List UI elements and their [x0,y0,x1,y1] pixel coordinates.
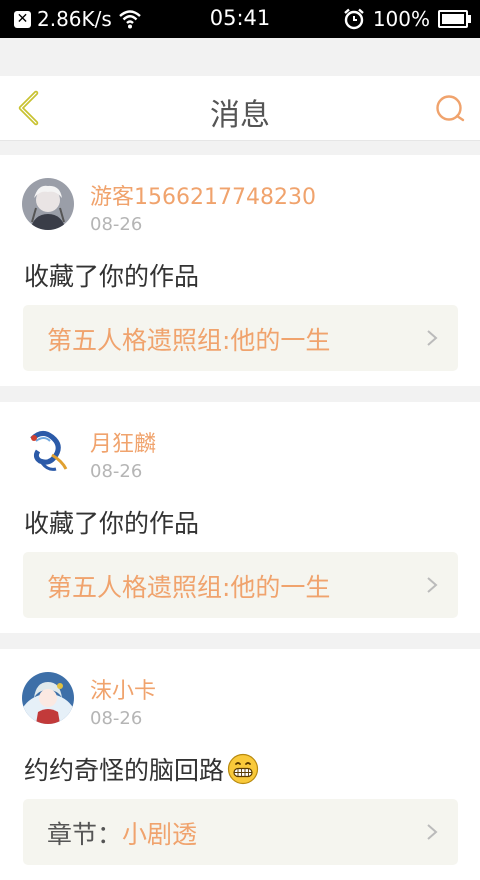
message-text-label: 收藏了你的作品 [24,509,200,538]
chevron-right-icon [427,330,438,346]
alarm-icon [344,8,364,30]
work-link[interactable]: 第五人格遗照组:他的一生 [23,305,458,371]
work-link-label: 第五人格遗照组:他的一生 [47,568,330,604]
page-title: 消息 [210,98,270,133]
message-text-label: 收藏了你的作品 [24,262,200,291]
message-date: 08-26 [90,461,143,482]
avatar[interactable] [22,672,74,724]
message-text: 收藏了你的作品 [24,257,199,293]
avatar[interactable] [22,178,74,230]
battery-percent: 100% [372,7,430,31]
status-bar: ✕ 2.86K/s 05:41 100% [0,0,480,38]
battery-icon [438,10,471,28]
top-nav-bar: 消息 [0,76,480,141]
chapter-link-prefix: 章节： [47,820,123,849]
message-card: 游客1566217748230 08-26 收藏了你的作品 第五人格遗照组:他的… [0,155,480,386]
message-date: 08-26 [90,708,143,729]
grin-emoji-icon [227,753,259,785]
username[interactable]: 月狂麟 [90,426,156,458]
chevron-right-icon [427,824,438,840]
work-link-text: 第五人格遗照组:他的一生 [47,573,331,602]
battery-fill [442,14,464,24]
avatar[interactable] [22,425,74,477]
work-link[interactable]: 第五人格遗照组:他的一生 [23,552,458,618]
work-link-label: 第五人格遗照组:他的一生 [47,321,330,357]
chapter-link[interactable]: 章节：小剧透 [23,799,458,865]
message-text-label: 约约奇怪的脑回路 [24,756,225,785]
username[interactable]: 游客1566217748230 [90,179,316,211]
chapter-link-text: 小剧透 [122,820,198,849]
work-link-text: 第五人格遗照组:他的一生 [47,326,331,355]
message-text: 收藏了你的作品 [24,504,199,540]
message-text: 约约奇怪的脑回路 [24,751,259,787]
message-card: 沫小卡 08-26 约约奇怪的脑回路 章节：小剧透 [0,649,480,880]
search-icon[interactable] [434,93,466,125]
message-card: 月狂麟 08-26 收藏了你的作品 第五人格遗照组:他的一生 [0,402,480,633]
status-right: 100% [343,7,471,31]
chapter-link-label: 章节：小剧透 [47,815,197,851]
message-date: 08-26 [90,214,143,235]
username[interactable]: 沫小卡 [90,673,156,705]
chevron-right-icon [427,577,438,593]
